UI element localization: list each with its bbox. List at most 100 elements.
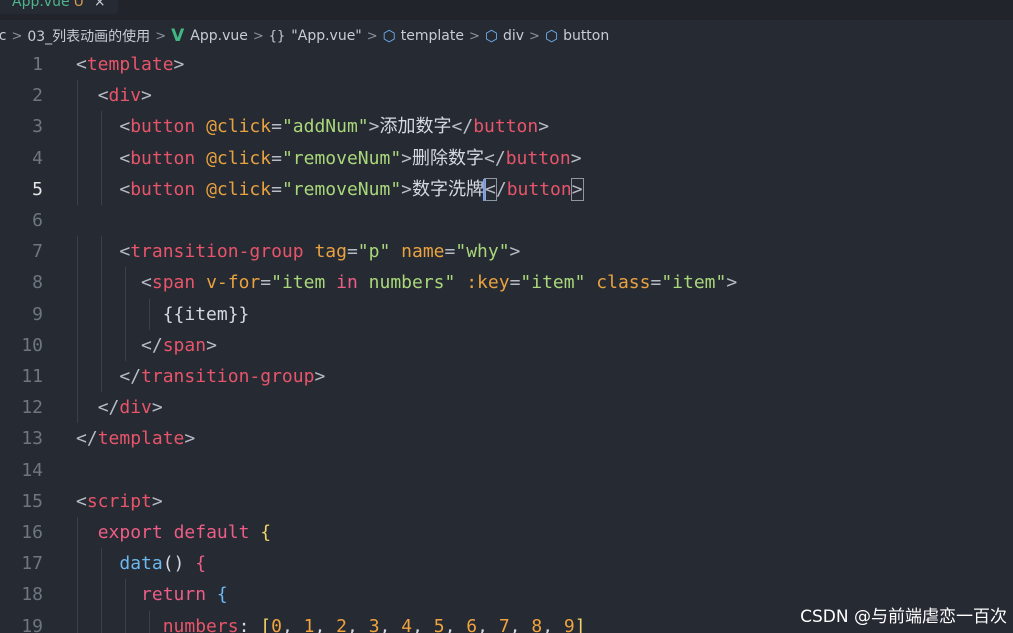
code-token: </ bbox=[76, 428, 98, 450]
code-line[interactable]: 7 <transition-group tag="p" name="why"> bbox=[0, 236, 1013, 268]
code-token: < bbox=[119, 147, 131, 169]
code-token: 2 bbox=[336, 615, 347, 633]
line-number: 19 bbox=[21, 615, 43, 633]
code-token: return bbox=[141, 584, 207, 606]
code-token: < bbox=[97, 85, 109, 107]
code-line[interactable]: 1 <template> bbox=[0, 49, 1013, 80]
code-line[interactable]: 3 <button @click="addNum">添加数字</button> bbox=[0, 111, 1013, 143]
code-text: </div> bbox=[76, 392, 163, 423]
line-number: 7 bbox=[32, 241, 43, 263]
code-token: > bbox=[151, 490, 163, 512]
code-token: button bbox=[473, 116, 539, 138]
code-line[interactable]: 17 data() { bbox=[0, 548, 1013, 580]
code-line[interactable]: 16 export default { bbox=[0, 517, 1013, 549]
code-token: , bbox=[412, 615, 434, 633]
vue-logo-icon: V bbox=[171, 26, 185, 46]
code-token: "item bbox=[271, 272, 337, 294]
code-line[interactable]: 11 </transition-group> bbox=[0, 361, 1013, 393]
line-number: 10 bbox=[21, 334, 43, 356]
code-token: 3 bbox=[368, 615, 380, 633]
line-number: 16 bbox=[21, 522, 43, 543]
breadcrumb: src > 03_列表动画的使用 > V App.vue > {} "App.vue… bbox=[0, 26, 609, 46]
tab-app-vue[interactable]: App.vue U × bbox=[0, 0, 118, 14]
code-token: 添加数字 bbox=[379, 116, 452, 138]
code-token: 0 bbox=[271, 615, 282, 633]
code-token: () bbox=[162, 553, 185, 575]
tab-bar: App.vue U × bbox=[0, 0, 1013, 20]
code-line[interactable]: 2 <div> bbox=[0, 80, 1013, 112]
code-token: {{item}} bbox=[162, 303, 250, 325]
code-token: "addNum" bbox=[281, 116, 369, 138]
code-token: span bbox=[162, 334, 207, 356]
code-text: numbers: [0, 1, 2, 3, 4, 5, 6, 7, 8, 9] bbox=[76, 611, 586, 633]
line-number: 8 bbox=[32, 272, 43, 294]
code-token: numbers" bbox=[357, 272, 456, 294]
code-token: @click bbox=[206, 116, 272, 138]
code-text: <button @click="removeNum">数字洗牌</button> bbox=[76, 174, 584, 205]
breadcrumb-item-file[interactable]: V App.vue bbox=[171, 26, 248, 46]
code-line[interactable]: 10 </span> bbox=[0, 329, 1013, 361]
line-number: 14 bbox=[21, 459, 43, 481]
code-token: numbers bbox=[162, 615, 239, 633]
code-line[interactable]: 4 <button @click="removeNum">删除数字</butto… bbox=[0, 142, 1013, 174]
close-icon[interactable]: × bbox=[94, 0, 106, 10]
breadcrumb-item-symbol[interactable]: {} "App.vue" bbox=[269, 28, 362, 44]
line-number: 13 bbox=[21, 428, 43, 450]
code-token: in bbox=[336, 272, 358, 294]
code-line[interactable]: 12 </div> bbox=[0, 392, 1013, 424]
code-line[interactable]: 6 bbox=[0, 205, 1013, 236]
breadcrumb-item-folder[interactable]: 03_列表动画的使用 bbox=[27, 26, 150, 46]
cube-icon: ⬡ bbox=[544, 27, 559, 45]
code-token: button bbox=[130, 147, 196, 169]
code-token: 删除数字 bbox=[412, 147, 485, 169]
code-text: data() { bbox=[76, 548, 206, 579]
code-token: , bbox=[314, 615, 337, 633]
code-line[interactable]: 14 bbox=[0, 455, 1013, 486]
code-token: , bbox=[379, 615, 402, 633]
code-token: tag bbox=[314, 241, 347, 263]
code-token: transition-group bbox=[130, 241, 304, 263]
breadcrumb-item-src[interactable]: src bbox=[0, 28, 6, 44]
line-number: 18 bbox=[21, 584, 43, 606]
code-token: < bbox=[119, 116, 131, 138]
code-token: @click bbox=[206, 147, 272, 169]
chevron-right-icon: > bbox=[366, 28, 378, 44]
breadcrumb-item-div[interactable]: ⬡ div bbox=[485, 27, 524, 45]
code-token: script bbox=[86, 490, 152, 512]
code-token: "removeNum" bbox=[281, 178, 402, 200]
code-token: </ bbox=[97, 397, 120, 419]
code-line[interactable]: 5 <button @click="removeNum">数字洗牌</butto… bbox=[0, 173, 1013, 205]
breadcrumb-item-template[interactable]: ⬡ template bbox=[383, 27, 464, 45]
code-token: > bbox=[206, 334, 217, 356]
code-text: <button @click="removeNum">删除数字</button> bbox=[76, 143, 581, 174]
code-line[interactable]: 9 {{item}} bbox=[0, 298, 1013, 330]
code-line[interactable]: 8 <span v-for="item in numbers" :key="it… bbox=[0, 267, 1013, 299]
code-token: = bbox=[509, 272, 521, 294]
breadcrumb-label: 03_列表动画的使用 bbox=[27, 29, 151, 45]
code-token: transition-group bbox=[141, 366, 315, 387]
braces-icon: {} bbox=[268, 28, 286, 44]
line-number: 15 bbox=[21, 490, 43, 512]
code-text: return { bbox=[76, 579, 228, 610]
code-token: 5 bbox=[433, 615, 445, 633]
code-line[interactable]: 13 </template> bbox=[0, 423, 1013, 454]
cube-icon: ⬡ bbox=[382, 27, 396, 45]
code-line[interactable]: 15 <script> bbox=[0, 486, 1013, 517]
code-token: 9 bbox=[563, 615, 575, 633]
code-token: < bbox=[76, 54, 87, 75]
breadcrumb-item-button[interactable]: ⬡ button bbox=[545, 27, 609, 45]
breadcrumb-label: src bbox=[0, 28, 7, 44]
code-token: < bbox=[119, 178, 131, 200]
code-token: button bbox=[130, 178, 196, 200]
